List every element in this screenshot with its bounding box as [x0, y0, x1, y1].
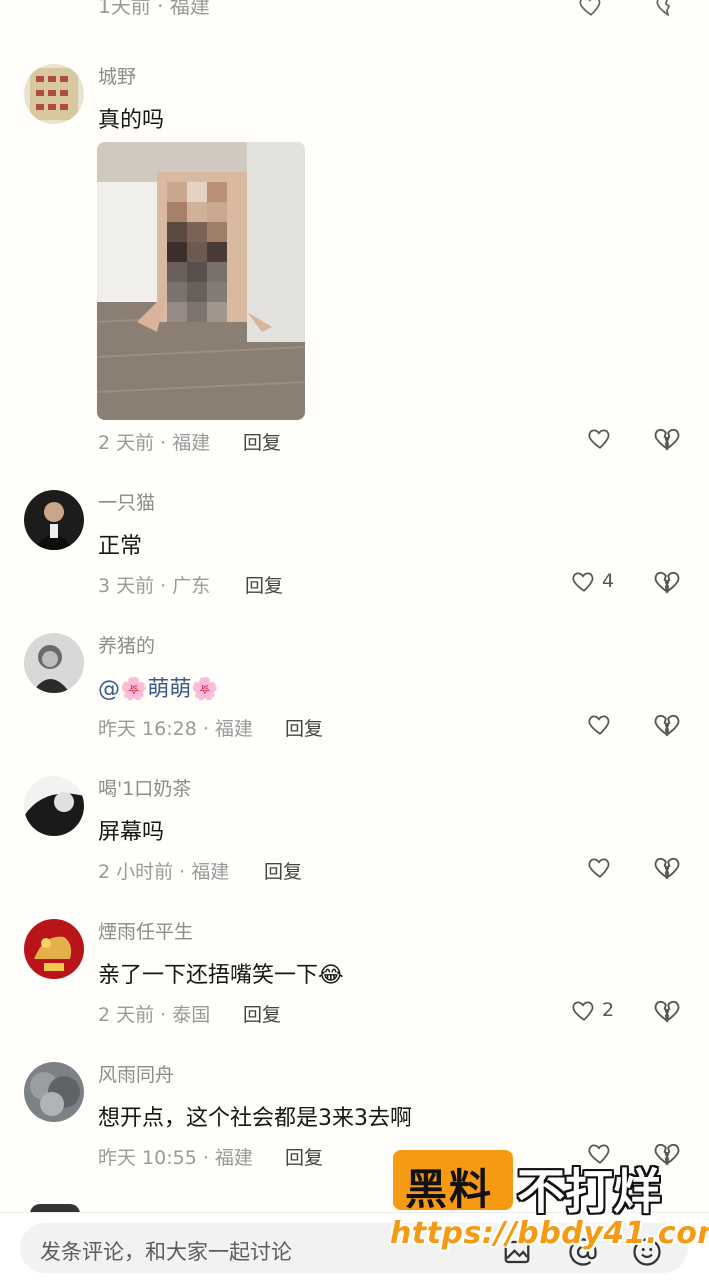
heart-outline-icon: [572, 1001, 594, 1021]
username[interactable]: 喝'1口奶茶: [98, 774, 191, 801]
comment-meta: 昨天 10:55 · 福建: [98, 1147, 253, 1169]
username[interactable]: 煙雨任平生: [98, 917, 193, 944]
like-button[interactable]: 2: [570, 997, 614, 1023]
flower-emoji: 🌸: [191, 677, 219, 702]
heart-outline-icon[interactable]: [578, 0, 604, 18]
heart-outline-icon: [588, 715, 610, 735]
watermark-badge: 黑料: [393, 1150, 513, 1214]
like-button[interactable]: [586, 711, 618, 737]
avatar[interactable]: [24, 633, 84, 693]
avatar[interactable]: [24, 776, 84, 836]
broken-heart-icon[interactable]: [653, 567, 681, 595]
like-count: 4: [602, 570, 615, 592]
comment-input-placeholder: 发条评论，和大家一起讨论: [40, 1240, 292, 1264]
reply-button[interactable]: 回复: [243, 428, 281, 455]
reply-button[interactable]: 回复: [285, 1143, 323, 1170]
avatar[interactable]: [24, 64, 84, 124]
comment-meta: 2 小时前 · 福建: [98, 861, 230, 883]
reply-button[interactable]: 回复: [264, 857, 302, 884]
comment-meta: 2 天前 · 泰国: [98, 1004, 211, 1026]
comment-meta: 昨天 16:28 · 福建: [98, 718, 253, 740]
laughing-emoji: 😂: [318, 963, 344, 988]
like-button[interactable]: [586, 854, 618, 880]
avatar[interactable]: [24, 919, 84, 979]
username[interactable]: 一只猫: [98, 488, 155, 515]
comment-text: 想开点，这个社会都是3来3去啊: [98, 1106, 412, 1131]
username[interactable]: 养猪的: [98, 631, 155, 658]
previous-comment-footer: 1天前 · 福建: [0, 0, 709, 30]
broken-heart-icon[interactable]: [653, 853, 681, 881]
comment-text: 正常: [98, 534, 143, 559]
watermark-text: 不打烊: [517, 1164, 662, 1220]
like-count: 2: [602, 999, 615, 1021]
comment-meta: 3 天前 · 广东: [98, 575, 211, 597]
broken-heart-icon[interactable]: [653, 996, 681, 1024]
reply-button[interactable]: 回复: [245, 571, 283, 598]
heart-outline-icon: [588, 429, 610, 449]
avatar[interactable]: [24, 1062, 84, 1122]
mention-prefix: @: [98, 677, 120, 702]
comment-text-body: 亲了一下还捂嘴笑一下: [98, 963, 319, 988]
comment-text: 亲了一下还捂嘴笑一下😂: [98, 957, 344, 989]
comment-text: 屏幕吗: [98, 820, 165, 845]
comment-image[interactable]: [97, 142, 305, 420]
heart-outline-icon: [588, 858, 610, 878]
username[interactable]: 城野: [98, 62, 136, 89]
like-button[interactable]: 4: [570, 568, 614, 594]
broken-heart-icon[interactable]: [653, 710, 681, 738]
like-button[interactable]: [586, 425, 618, 451]
flower-emoji: 🌸: [120, 677, 148, 702]
watermark-url: https://bbdy41.com: [390, 1216, 709, 1251]
username[interactable]: 风雨同舟: [98, 1060, 174, 1087]
mention-link[interactable]: 萌萌: [147, 677, 191, 702]
broken-heart-icon[interactable]: [653, 424, 681, 452]
comment-meta: 2 天前 · 福建: [98, 432, 211, 454]
comment-text: @🌸萌萌🌸: [98, 671, 219, 703]
comment-meta: 1天前 · 福建: [98, 0, 210, 18]
reply-button[interactable]: 回复: [285, 714, 323, 741]
avatar[interactable]: [24, 490, 84, 550]
heart-outline-icon: [572, 572, 594, 592]
comment-text: 真的吗: [98, 108, 165, 133]
reply-button[interactable]: 回复: [243, 1000, 281, 1027]
broken-heart-icon[interactable]: [655, 0, 681, 18]
watermark-badge-text: 黑料: [405, 1165, 494, 1214]
watermark-logo: 黑料 不打烊 https://bbdy41.com: [390, 1148, 709, 1258]
